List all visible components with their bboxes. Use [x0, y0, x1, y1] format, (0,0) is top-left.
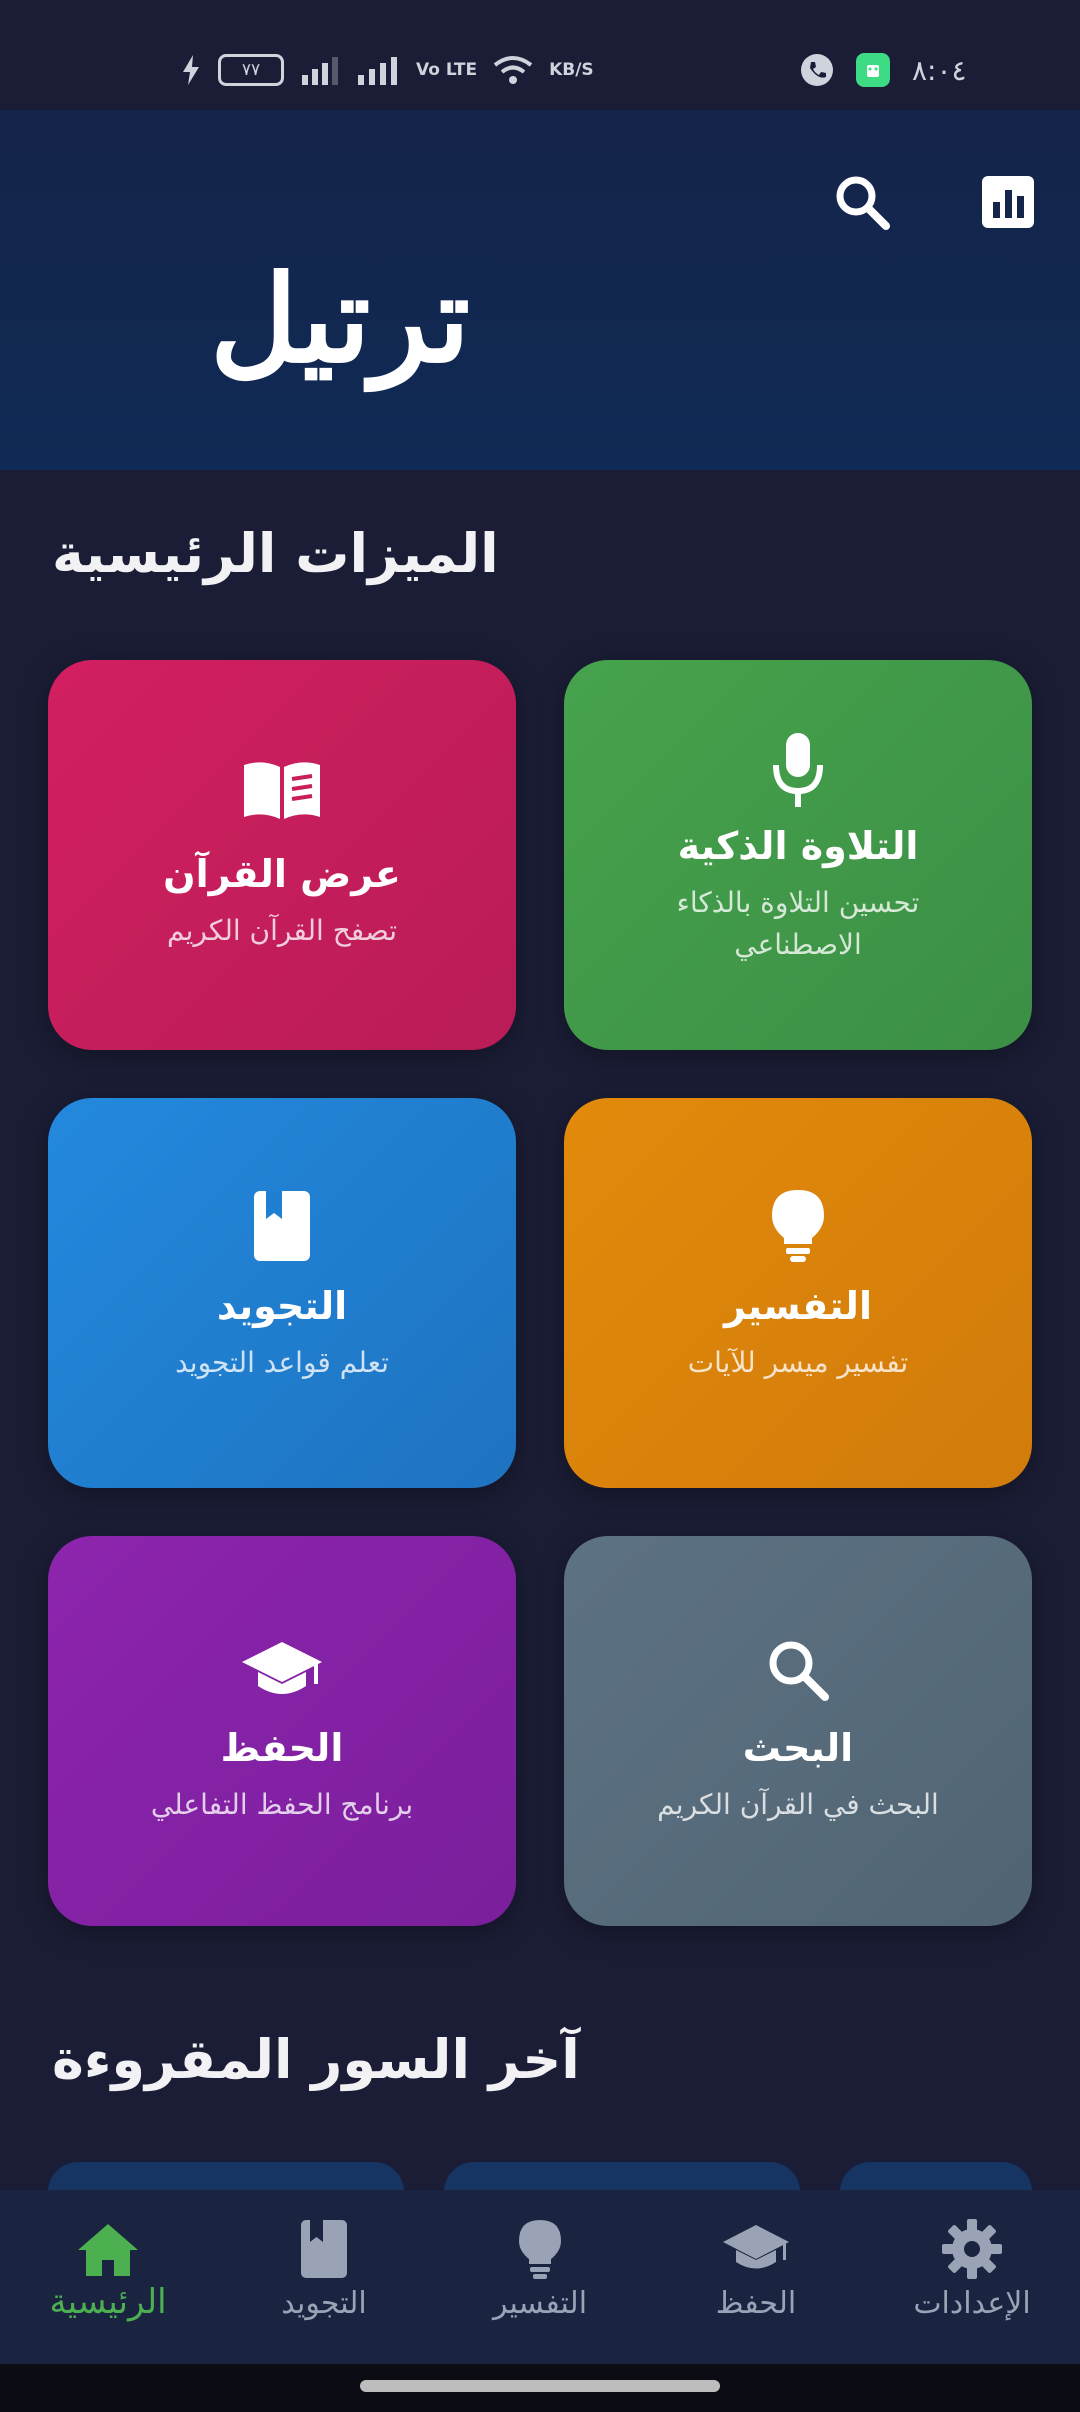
nav-item-home[interactable]: الرئيسية: [0, 2190, 216, 2364]
charging-icon: [183, 55, 199, 85]
phone-app-icon: [801, 54, 833, 86]
feature-card-quran[interactable]: عرض القرآن تصفح القرآن الكريم: [48, 660, 516, 1050]
stats-button[interactable]: [968, 162, 1048, 242]
card-subtitle: برنامج الحفظ التفاعلي: [150, 1788, 414, 1821]
app-title: ترتيل: [210, 249, 471, 390]
search-icon: [836, 176, 890, 230]
nav-label: التجويد: [281, 2286, 367, 2321]
nav-label: الإعدادات: [913, 2286, 1031, 2321]
nav-label: التفسير: [492, 2286, 588, 2321]
signal-2-icon: [358, 57, 397, 85]
book-bookmark-icon: [254, 1191, 310, 1261]
feature-card-smart-recitation[interactable]: التلاوة الذكية تحسين التلاوة بالذكاء الا…: [564, 660, 1032, 1050]
bottom-navigation: الرئيسية التجويد التفسير الحفظ الإعدادات: [0, 2190, 1080, 2364]
card-title: التفسير: [724, 1284, 872, 1328]
status-icons-left: ٧٧ Vo LTE KB/S: [180, 50, 594, 90]
graduation-cap-icon: [242, 1642, 322, 1694]
status-icons-right: ٨:٠٤: [800, 50, 967, 90]
nav-label: الحفظ: [715, 2286, 797, 2321]
battery-level: ٧٧: [241, 60, 261, 80]
bar-chart-icon: [982, 176, 1034, 228]
card-title: الحفظ: [220, 1726, 344, 1770]
card-subtitle: تحسين التلاوة بالذكاء الاصطناعي: [676, 886, 920, 961]
android-app-icon: [856, 53, 890, 87]
search-icon: [769, 1641, 829, 1701]
nav-item-hifz[interactable]: الحفظ: [648, 2190, 864, 2364]
card-title: البحث: [742, 1726, 854, 1770]
home-indicator[interactable]: [360, 2380, 720, 2392]
book-open-icon: [244, 762, 320, 819]
card-title: التجويد: [216, 1284, 348, 1328]
lightbulb-icon: [772, 1190, 824, 1262]
lightbulb-icon: [519, 2220, 561, 2279]
feature-card-hifz[interactable]: الحفظ برنامج الحفظ التفاعلي: [48, 1536, 516, 1926]
card-subtitle: تفسير ميسر للآيات: [687, 1346, 909, 1379]
gear-icon: [942, 2219, 1002, 2279]
card-subtitle: تصفح القرآن الكريم: [166, 914, 398, 947]
card-title: التلاوة الذكية: [677, 824, 919, 868]
features-title: الميزات الرئيسية: [52, 522, 499, 585]
microphone-icon: [773, 733, 823, 807]
status-bar: ٧٧ Vo LTE KB/S ٨:٠٤: [0, 0, 1080, 110]
feature-card-tafsir[interactable]: التفسير تفسير ميسر للآيات: [564, 1098, 1032, 1488]
book-bookmark-icon: [301, 2220, 347, 2278]
app-header: ترتيل: [0, 110, 1080, 470]
search-button[interactable]: [822, 162, 902, 242]
nav-label: الرئيسية: [49, 2282, 167, 2322]
card-subtitle: البحث في القرآن الكريم: [657, 1788, 939, 1821]
nav-item-tafsir[interactable]: التفسير: [432, 2190, 648, 2364]
clock: ٨:٠٤: [912, 53, 967, 87]
home-icon: [78, 2224, 138, 2276]
feature-card-tajweed[interactable]: التجويد تعلم قواعد التجويد: [48, 1098, 516, 1488]
nav-item-settings[interactable]: الإعدادات: [864, 2190, 1080, 2364]
card-subtitle: تعلم قواعد التجويد: [175, 1346, 389, 1379]
nav-item-tajweed[interactable]: التجويد: [216, 2190, 432, 2364]
recent-title: آخر السور المقروءة: [52, 2028, 580, 2091]
graduation-cap-icon: [723, 2225, 789, 2269]
signal-icon: [302, 57, 338, 85]
speed-unit: KB/S: [549, 60, 594, 80]
feature-card-search[interactable]: البحث البحث في القرآن الكريم: [564, 1536, 1032, 1926]
wifi-icon: [493, 56, 533, 84]
card-title: عرض القرآن: [163, 852, 401, 896]
battery-icon: ٧٧: [218, 54, 284, 86]
volte-label: Vo LTE: [416, 60, 478, 80]
